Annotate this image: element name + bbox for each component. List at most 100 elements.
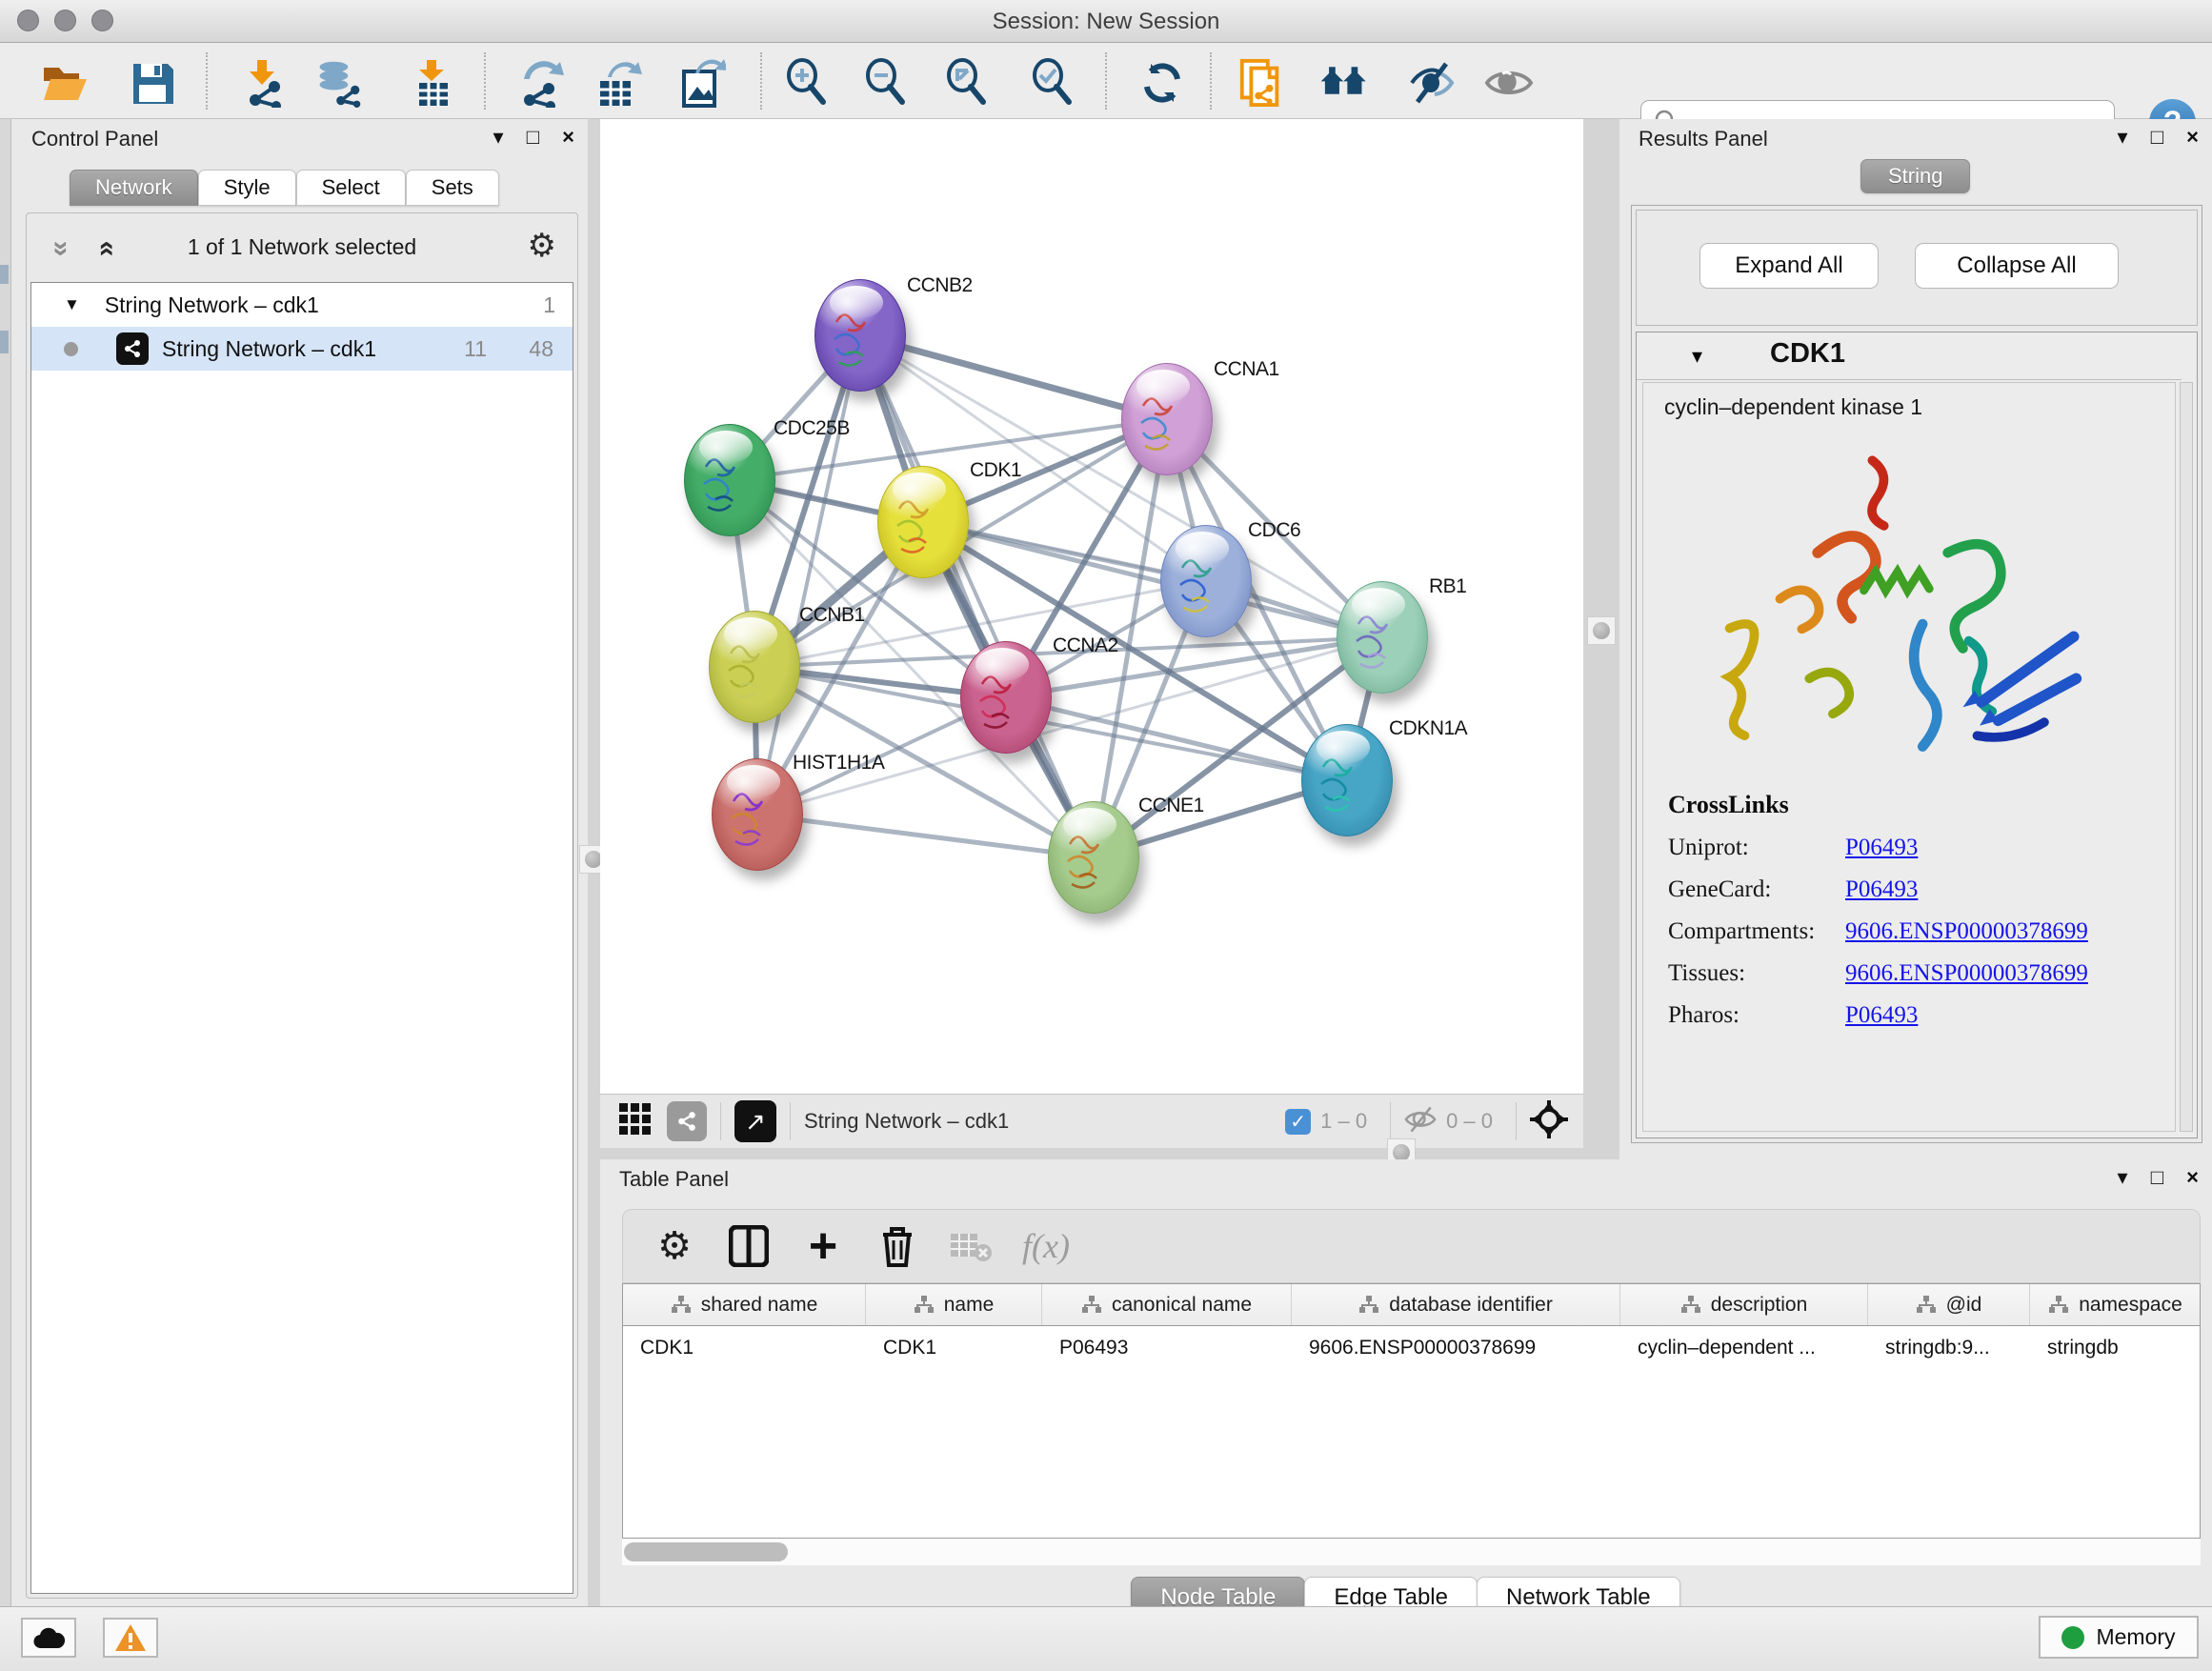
cell-database-identifier[interactable]: 9606.ENSP00000378699 [1292,1326,1620,1370]
zoom-selected-icon[interactable] [1029,58,1078,108]
edge-CCNB2-HIST1H1A[interactable] [757,335,860,815]
tab-select[interactable]: Select [296,170,406,206]
table-h-scroll-thumb[interactable] [624,1542,788,1561]
bottom-splitter[interactable] [600,1148,1583,1159]
collapse-gene-icon[interactable]: ▾ [1692,344,1702,369]
add-column-icon[interactable]: + [800,1223,846,1269]
crosslink-link[interactable]: P06493 [1845,876,1918,903]
export-network-icon[interactable] [516,58,566,108]
node-CDKN1A[interactable] [1301,724,1393,836]
cell--id[interactable]: stringdb:9... [1868,1326,2030,1370]
cell-canonical-name[interactable]: P06493 [1042,1326,1292,1370]
column--id[interactable]: @id [1868,1284,2030,1325]
clone-network-icon[interactable] [1237,58,1286,108]
node-CCNA2[interactable] [960,641,1052,754]
right-splitter-handle[interactable] [1587,616,1616,645]
string-home-icon[interactable] [1319,58,1369,108]
column-database-identifier[interactable]: database identifier [1292,1284,1620,1325]
panel-close-icon[interactable]: × [2186,125,2199,149]
network-options-gear-icon[interactable]: ⚙ [528,227,556,265]
warning-status-icon[interactable] [103,1618,158,1658]
column-description[interactable]: description [1620,1284,1868,1325]
right-splitter[interactable] [1583,119,1619,1159]
node-CCNE1[interactable] [1048,801,1139,914]
cell-shared-name[interactable]: CDK1 [623,1326,866,1370]
export-table-icon[interactable] [593,58,642,108]
zoom-out-icon[interactable] [862,58,912,108]
selected-nodes-checkbox-icon[interactable]: ✓ [1285,1109,1311,1135]
node-HIST1H1A[interactable] [712,758,803,871]
node-CCNA1[interactable] [1121,363,1213,475]
gene-card-header[interactable]: ▾ CDK1 [1637,332,2182,380]
edge-CCNB2-CCNA1[interactable] [860,335,1167,419]
tab-sets[interactable]: Sets [406,170,499,206]
panel-maximize-icon[interactable]: □ [2151,125,2163,149]
tree-expand-icon[interactable]: ▼ [64,295,80,314]
node-CDC25B[interactable] [684,424,775,536]
node-RB1[interactable] [1337,581,1428,694]
crosslink-link[interactable]: 9606.ENSP00000378699 [1845,918,2088,945]
crosslink-link[interactable]: P06493 [1845,1002,1918,1029]
export-image-icon[interactable] [676,58,726,108]
cloud-status-icon[interactable] [21,1618,76,1658]
tab-network[interactable]: Network [70,170,198,206]
panel-float-icon[interactable]: ▾ [2118,125,2128,149]
node-CCNB2[interactable] [814,279,906,392]
column-namespace[interactable]: namespace [2030,1284,2201,1325]
grid-view-icon[interactable] [619,1103,652,1140]
show-columns-icon[interactable] [726,1223,772,1269]
crosslink-link[interactable]: P06493 [1845,835,1918,861]
table-settings-gear-icon[interactable]: ⚙ [652,1223,697,1269]
open-session-icon[interactable] [40,58,90,108]
node-label-CDC6: CDC6 [1248,519,1300,542]
hide-unselected-icon[interactable] [1408,58,1458,108]
network-row-selected[interactable]: String Network – cdk1 11 48 [31,327,573,371]
cell-name[interactable]: CDK1 [866,1326,1042,1370]
crosslink-link[interactable]: 9606.ENSP00000378699 [1845,960,2088,987]
panel-maximize-icon[interactable]: □ [2151,1165,2163,1189]
zoom-in-icon[interactable] [783,58,833,108]
memory-button[interactable]: Memory [2039,1616,2199,1659]
birds-eye-crosshair-icon[interactable] [1530,1100,1568,1143]
node-CDC6[interactable] [1160,525,1252,637]
node-CCNB1[interactable] [709,611,800,723]
column-name[interactable]: name [866,1284,1042,1325]
panel-close-icon[interactable]: × [562,125,574,149]
cell-description[interactable]: cyclin–dependent ... [1620,1326,1868,1370]
show-all-icon[interactable] [1484,58,1534,108]
node-CDK1[interactable] [877,466,969,578]
results-panel-header: Results Panel ▾ □ × [1619,119,2212,161]
network-current-dot-icon [64,342,78,356]
open-in-window-icon[interactable]: ↗ [734,1100,776,1142]
refresh-icon[interactable] [1137,58,1187,108]
column-shared-name[interactable]: shared name [623,1284,866,1325]
left-splitter[interactable] [588,119,600,1606]
save-session-icon[interactable] [128,58,177,108]
import-network-from-database-icon[interactable] [314,58,364,108]
network-canvas[interactable]: CCNB2CCNA1CDC25BCDK1CDC6RB1CCNB1CCNA2CDK… [600,119,1583,1094]
table-row[interactable]: CDK1CDK1P064939606.ENSP00000378699cyclin… [623,1326,2200,1370]
edge-CCNE1-HIST1H1A[interactable] [757,815,1094,857]
zoom-fit-icon[interactable] [943,58,993,108]
panel-float-icon[interactable]: ▾ [493,125,504,149]
import-network-icon[interactable] [238,58,288,108]
string-results-box: Expand All Collapse All ▾ CDK1 cyclin–de… [1631,205,2202,1143]
tab-style[interactable]: Style [198,170,296,206]
collapse-all-button[interactable]: Collapse All [1915,243,2119,289]
panel-close-icon[interactable]: × [2186,1165,2199,1189]
cell-namespace[interactable]: stringdb [2030,1326,2201,1370]
results-scrollbar[interactable] [2180,382,2193,1132]
results-tab-string[interactable]: String [1860,159,1970,193]
edge-CCNB2-CCNE1[interactable] [860,335,1094,857]
network-share-toggle-icon[interactable] [667,1101,707,1141]
strip-sliver [0,331,9,353]
expand-all-button[interactable]: Expand All [1699,243,1879,289]
table-h-scrollbar[interactable] [622,1539,2201,1565]
edge-CDK1-RB1[interactable] [923,522,1382,637]
column-canonical-name[interactable]: canonical name [1042,1284,1292,1325]
panel-float-icon[interactable]: ▾ [2118,1165,2128,1189]
network-collection-row[interactable]: ▼ String Network – cdk1 1 [31,283,573,327]
panel-maximize-icon[interactable]: □ [527,125,539,149]
import-table-icon[interactable] [408,58,457,108]
delete-column-icon[interactable] [875,1223,920,1269]
